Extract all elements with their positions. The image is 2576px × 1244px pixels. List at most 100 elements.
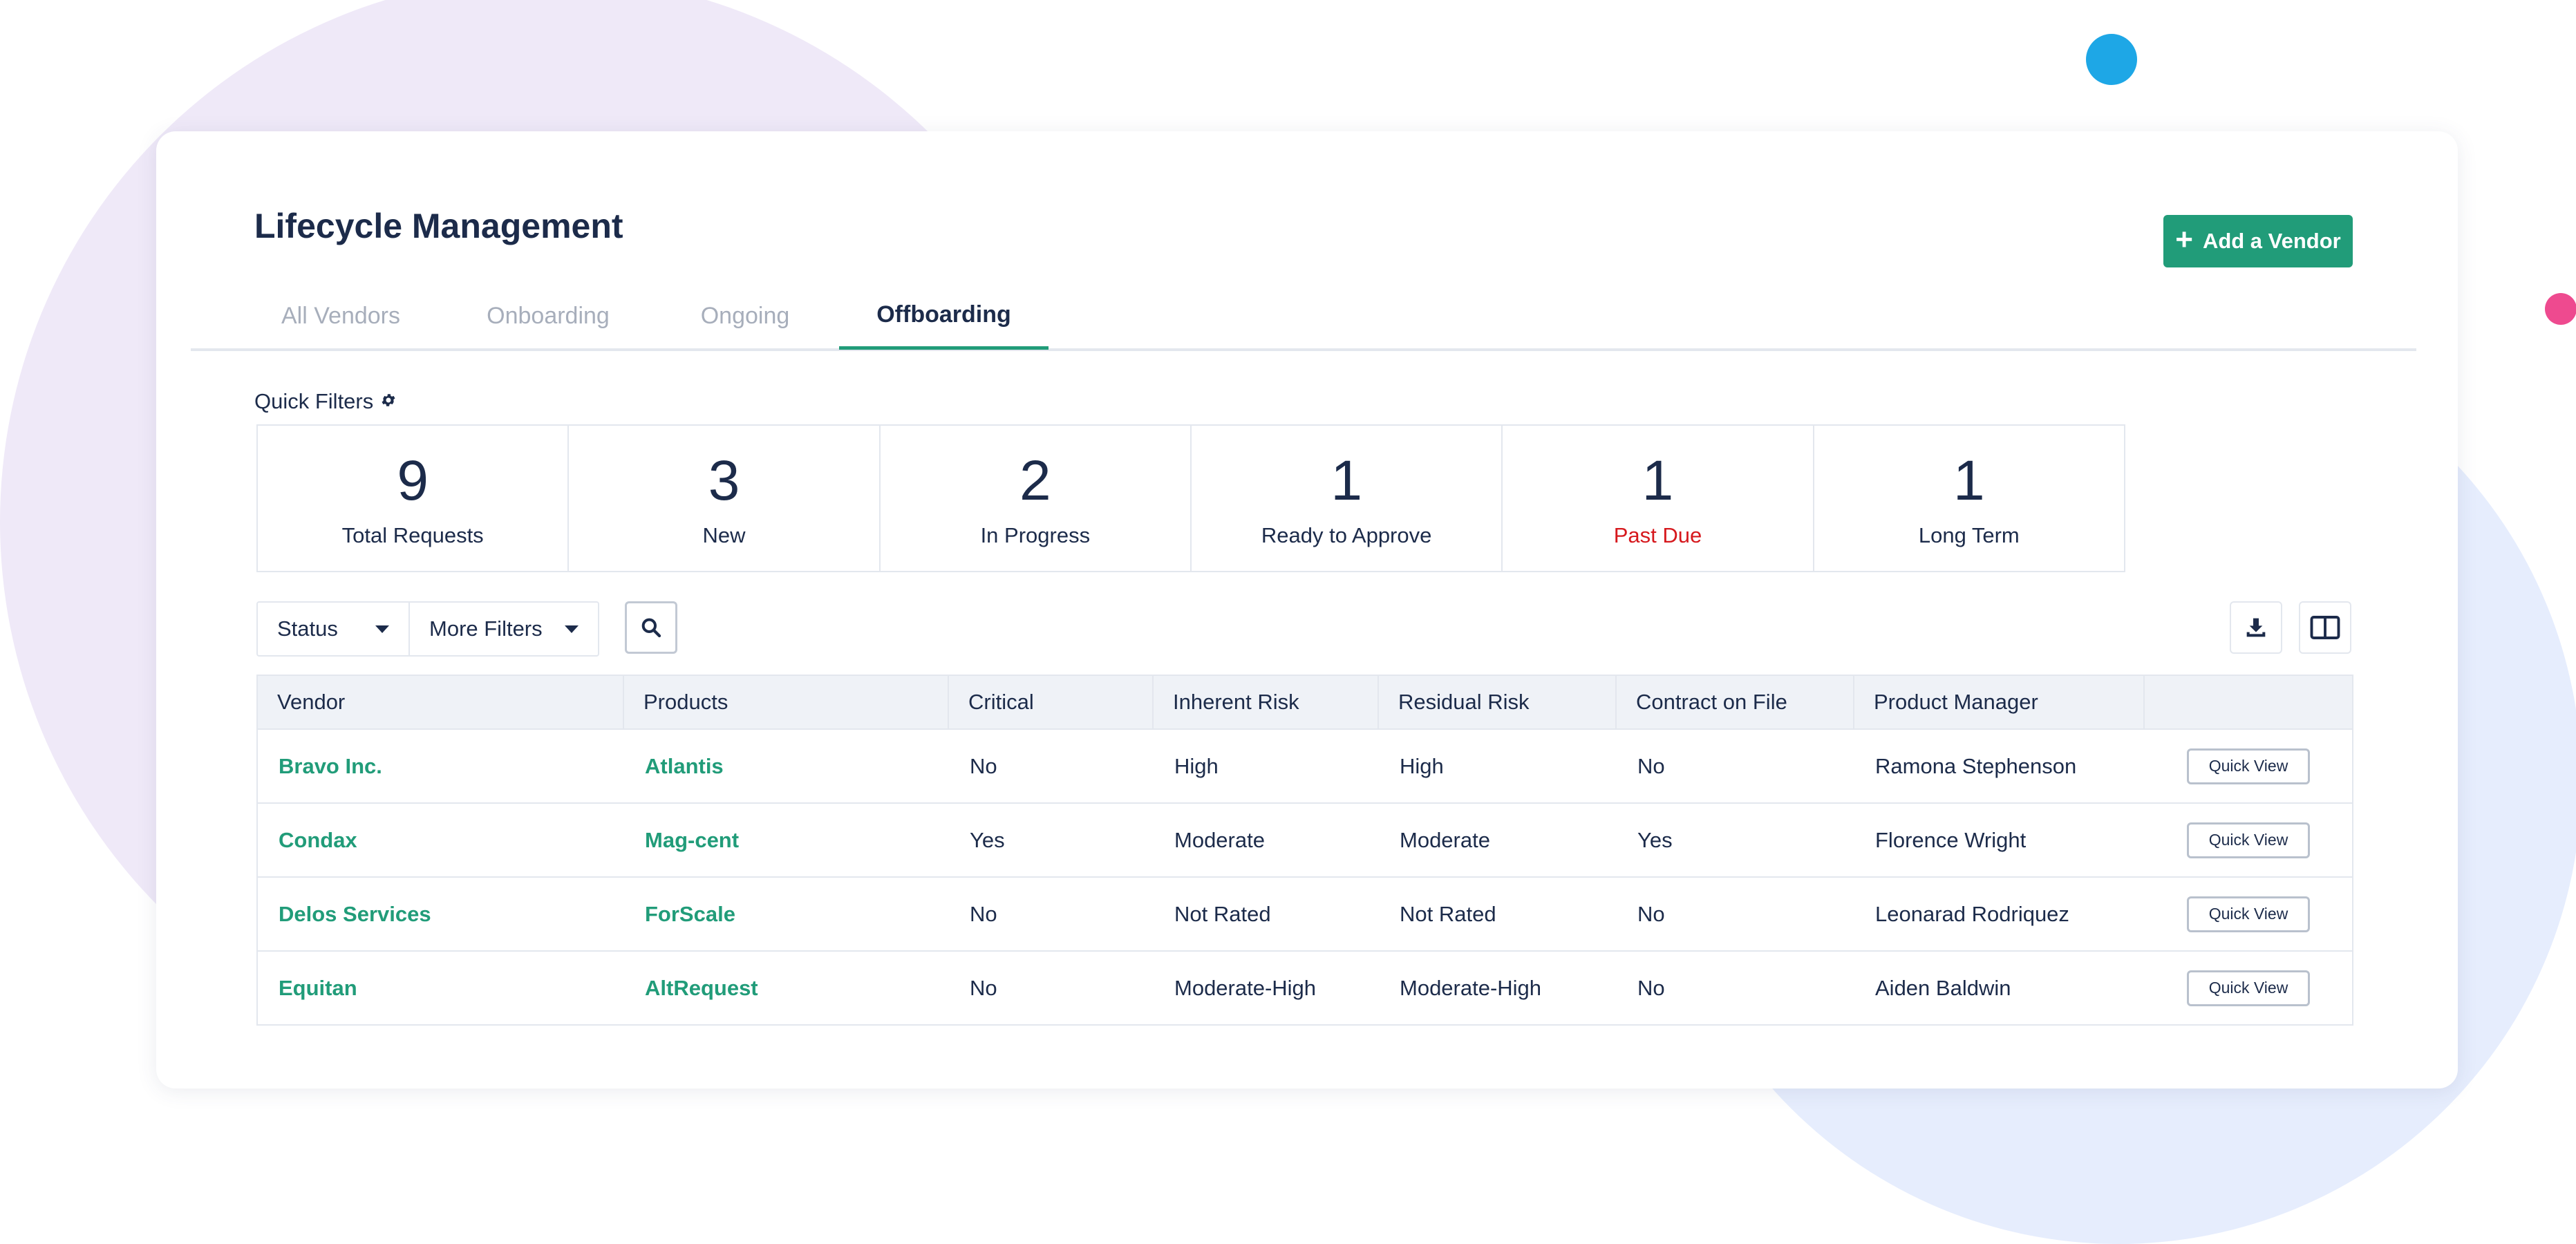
stat-label: Past Due <box>1613 523 1702 547</box>
contract-cell: Yes <box>1637 827 1673 852</box>
vendor-link[interactable]: Condax <box>258 828 624 853</box>
column-header[interactable]: Residual Risk <box>1379 676 1617 728</box>
contract-cell: No <box>1637 901 1665 926</box>
tab-offboarding[interactable]: Offboarding <box>839 283 1049 350</box>
stat-value: 1 <box>1953 449 1985 512</box>
more-filters-dropdown[interactable]: More Filters <box>408 603 598 655</box>
column-header[interactable]: Critical <box>949 676 1154 728</box>
product-manager-cell: Ramona Stephenson <box>1875 753 2077 778</box>
column-header <box>2145 676 2352 728</box>
quick-filters-heading: Quick Filters <box>254 389 397 414</box>
stat-ready-to-approve[interactable]: 1 Ready to Approve <box>1192 426 1503 571</box>
table-row: Delos Services ForScale No Not Rated Not… <box>258 876 2352 950</box>
product-link[interactable]: Mag-cent <box>624 828 949 853</box>
contract-cell: No <box>1637 975 1665 1000</box>
column-header[interactable]: Vendor <box>258 676 624 728</box>
page-title: Lifecycle Management <box>254 207 623 245</box>
stat-label: Ready to Approve <box>1261 523 1432 547</box>
tab-label: Offboarding <box>876 301 1011 328</box>
critical-cell: No <box>970 975 997 1000</box>
product-manager-cell: Aiden Baldwin <box>1875 975 2011 1000</box>
column-header[interactable]: Products <box>624 676 949 728</box>
stat-value: 1 <box>1331 449 1362 512</box>
action-cell: Quick View <box>2145 896 2352 932</box>
table-row: Condax Mag-cent Yes Moderate Moderate Ye… <box>258 802 2352 876</box>
quick-filter-stats: 9 Total Requests 3 New 2 In Progress 1 R… <box>256 424 2125 572</box>
residual-risk-cell: Moderate <box>1400 827 1490 852</box>
critical-cell: No <box>970 753 997 778</box>
stat-total-requests[interactable]: 9 Total Requests <box>258 426 570 571</box>
stat-in-progress[interactable]: 2 In Progress <box>881 426 1192 571</box>
vendor-link[interactable]: Bravo Inc. <box>258 754 624 779</box>
stat-label: Total Requests <box>341 523 484 547</box>
quick-view-button[interactable]: Quick View <box>2187 748 2310 784</box>
stat-label: In Progress <box>980 523 1091 547</box>
residual-risk-cell: Moderate-High <box>1400 975 1542 1000</box>
column-header[interactable]: Inherent Risk <box>1154 676 1379 728</box>
quick-view-button[interactable]: Quick View <box>2187 970 2310 1006</box>
stat-value: 1 <box>1642 449 1674 512</box>
tab-label: Onboarding <box>487 302 610 329</box>
residual-risk-cell: High <box>1400 753 1444 778</box>
column-header[interactable]: Product Manager <box>1854 676 2145 728</box>
table-row: Equitan AltRequest No Moderate-High Mode… <box>258 950 2352 1024</box>
column-header[interactable]: Contract on File <box>1617 676 1854 728</box>
tab-onboarding[interactable]: Onboarding <box>462 283 634 348</box>
product-link[interactable]: Atlantis <box>624 754 949 779</box>
contract-cell: No <box>1637 753 1665 778</box>
search-icon <box>641 618 661 638</box>
tab-ongoing[interactable]: Ongoing <box>669 283 821 348</box>
table-header-row: Vendor Products Critical Inherent Risk R… <box>258 676 2352 728</box>
vendor-link[interactable]: Equitan <box>258 976 624 1001</box>
inherent-risk-cell: Moderate <box>1174 827 1265 852</box>
plus-icon: + <box>2175 223 2193 256</box>
add-vendor-button[interactable]: + Add a Vendor <box>2163 215 2353 267</box>
tab-label: All Vendors <box>281 302 400 329</box>
inherent-risk-cell: High <box>1174 753 1219 778</box>
inherent-risk-cell: Not Rated <box>1174 901 1271 926</box>
gear-icon[interactable] <box>380 389 397 414</box>
action-cell: Quick View <box>2145 748 2352 784</box>
stat-past-due[interactable]: 1 Past Due <box>1503 426 1814 571</box>
table-row: Bravo Inc. Atlantis No High High No Ramo… <box>258 728 2352 802</box>
caret-down-icon <box>565 625 579 633</box>
quick-view-button[interactable]: Quick View <box>2187 822 2310 858</box>
stat-label: Long Term <box>1918 523 2020 547</box>
stat-new[interactable]: 3 New <box>569 426 881 571</box>
more-filters-label: More Filters <box>429 616 543 641</box>
columns-icon <box>2310 616 2340 639</box>
inherent-risk-cell: Moderate-High <box>1174 975 1317 1000</box>
action-cell: Quick View <box>2145 970 2352 1006</box>
critical-cell: Yes <box>970 827 1005 852</box>
lifecycle-card: Lifecycle Management + Add a Vendor All … <box>156 131 2458 1088</box>
filter-group: Status More Filters <box>256 601 599 657</box>
status-filter-dropdown[interactable]: Status <box>258 603 408 655</box>
tab-bar: All Vendors Onboarding Ongoing Offboardi… <box>191 283 2416 351</box>
add-vendor-label: Add a Vendor <box>2202 229 2341 253</box>
residual-risk-cell: Not Rated <box>1400 901 1496 926</box>
quick-view-button[interactable]: Quick View <box>2187 896 2310 932</box>
columns-button[interactable] <box>2299 601 2351 654</box>
decorative-dot-pink <box>2545 293 2576 325</box>
tab-all-vendors[interactable]: All Vendors <box>254 283 427 348</box>
search-button[interactable] <box>625 601 677 654</box>
caret-down-icon <box>375 625 389 633</box>
download-button[interactable] <box>2230 601 2282 654</box>
status-filter-label: Status <box>277 616 338 641</box>
stat-label: New <box>702 523 746 547</box>
tab-label: Ongoing <box>700 302 790 329</box>
stat-long-term[interactable]: 1 Long Term <box>1814 426 2124 571</box>
product-manager-cell: Florence Wright <box>1875 827 2027 852</box>
stat-value: 2 <box>1019 449 1051 512</box>
critical-cell: No <box>970 901 997 926</box>
vendor-link[interactable]: Delos Services <box>258 902 624 927</box>
product-manager-cell: Leonarad Rodriquez <box>1875 901 2069 926</box>
vendor-table: Vendor Products Critical Inherent Risk R… <box>256 675 2353 1026</box>
decorative-dot-blue <box>2086 34 2137 85</box>
product-link[interactable]: AltRequest <box>624 976 949 1001</box>
download-icon <box>2246 618 2266 637</box>
stat-value: 3 <box>708 449 740 512</box>
action-cell: Quick View <box>2145 822 2352 858</box>
quick-filters-label: Quick Filters <box>254 389 374 413</box>
product-link[interactable]: ForScale <box>624 902 949 927</box>
